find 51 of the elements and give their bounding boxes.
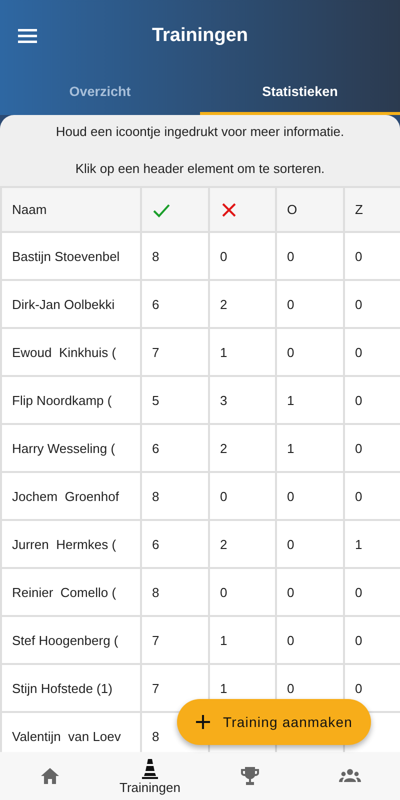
table-cell: Bastijn Stoevenbel — [1, 232, 141, 280]
table-cell: 6 — [141, 280, 209, 328]
table-cell: Flip Noordkamp ( — [1, 376, 141, 424]
table-cell: 1 — [209, 328, 276, 376]
table-cell: 0 — [276, 568, 344, 616]
table-cell: Stef Hoogenberg ( — [1, 616, 141, 664]
table-cell: 8 — [141, 568, 209, 616]
table-cell: 0 — [209, 232, 276, 280]
table-cell: 0 — [276, 280, 344, 328]
table-cell: 5 — [141, 376, 209, 424]
table-cell: Reinier Comello ( — [1, 568, 141, 616]
table-cell: 7 — [141, 616, 209, 664]
table-cell: 6 — [141, 424, 209, 472]
table-cell: 7 — [141, 328, 209, 376]
info-text: Houd een icoontje ingedrukt voor meer informatie. — [56, 124, 344, 139]
table-cell: 8 — [141, 472, 209, 520]
table-cell: 0 — [276, 616, 344, 664]
table-cell: 0 — [209, 568, 276, 616]
table-cell: 2 — [209, 520, 276, 568]
table-cell: Harry Wesseling ( — [1, 424, 141, 472]
tab[interactable]: Overzicht — [0, 72, 200, 115]
table-cell: 6 — [141, 520, 209, 568]
create-training-button[interactable]: Training aanmaken — [177, 699, 371, 745]
table-cell: 0 — [209, 472, 276, 520]
trophy-icon — [239, 765, 261, 787]
table-cell: 1 — [276, 424, 344, 472]
column-header[interactable]: O — [276, 187, 344, 232]
table-cell: Jochem Groenhof — [1, 472, 141, 520]
table-cell: 0 — [276, 520, 344, 568]
close-icon — [220, 200, 238, 218]
home-icon — [39, 765, 61, 787]
plus-icon — [195, 714, 211, 730]
table-cell: 2 — [209, 424, 276, 472]
menu-icon[interactable] — [18, 29, 37, 43]
screen-title: Trainingen — [152, 25, 248, 47]
cone-icon — [139, 758, 161, 780]
info-text: Klik op een header element om te sorteren. — [75, 161, 325, 176]
table-cell: Ewoud Kinkhuis ( — [1, 328, 141, 376]
table-cell: Stijn Hofstede (1) — [1, 664, 141, 712]
table-cell: Jurren Hermkes ( — [1, 520, 141, 568]
table-cell: 3 — [209, 376, 276, 424]
column-header[interactable]: Z — [344, 187, 400, 232]
table-cell: 8 — [141, 232, 209, 280]
column-header[interactable]: Naam — [1, 187, 141, 232]
table-cell: Dirk-Jan Oolbekki — [1, 280, 141, 328]
table-cell: 0 — [276, 472, 344, 520]
table-cell: 0 — [276, 328, 344, 376]
table-cell: 1 — [209, 616, 276, 664]
table-cell: 2 — [209, 280, 276, 328]
table-cell: 1 — [276, 376, 344, 424]
table-cell: 0 — [276, 232, 344, 280]
